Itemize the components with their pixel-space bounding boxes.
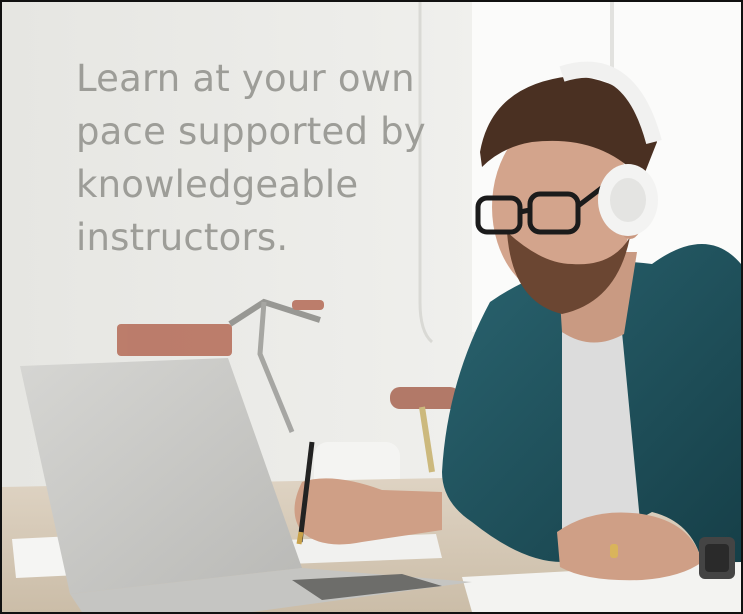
watch-face [705, 544, 729, 572]
pen-tip [296, 531, 304, 545]
headline-line-2: pace supported by [76, 110, 426, 153]
headphone-cup-inner [610, 178, 646, 222]
headline-text: Learn at your own pace supported by know… [76, 52, 456, 264]
headline-line-4: instructors. [76, 216, 289, 259]
headline-line-3: knowledgeable [76, 163, 359, 206]
ad-banner: Learn at your own pace supported by know… [0, 0, 743, 614]
ring [610, 544, 618, 558]
headline-line-1: Learn at your own [76, 57, 415, 100]
